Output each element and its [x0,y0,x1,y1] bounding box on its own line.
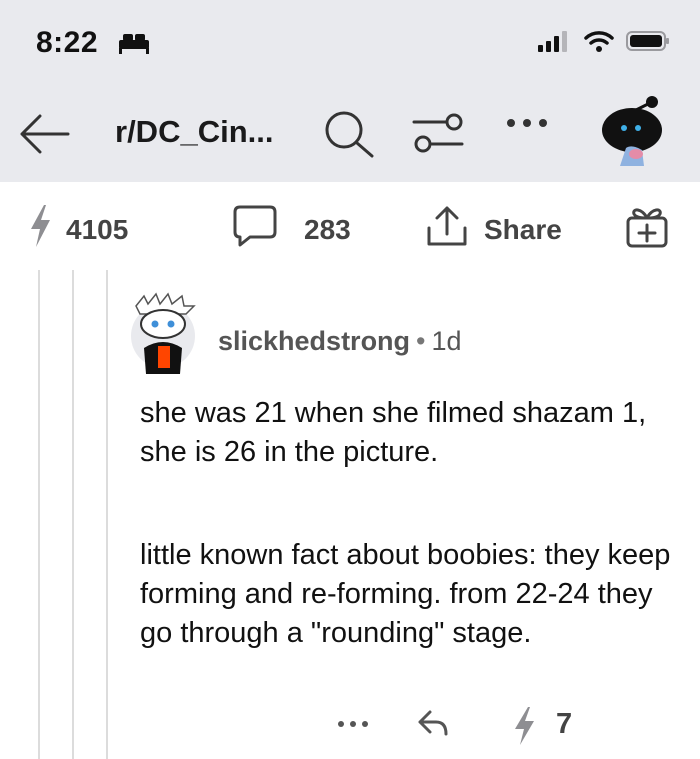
comment-actions: 7 [0,706,700,746]
upvote-icon[interactable] [512,706,536,751]
subreddit-name[interactable]: r/DC_Cin... [115,114,273,150]
upvote-icon [28,204,52,255]
share-label: Share [484,213,562,245]
upvote-count: 4105 [66,213,129,245]
comment-age: 1d [431,326,462,356]
comment-icon [232,204,278,255]
cellular-signal-icon [538,30,572,57]
share-button[interactable]: Share [424,204,562,255]
wifi-icon [584,30,614,57]
reply-icon[interactable] [416,706,450,745]
commenter-avatar[interactable] [130,292,196,374]
user-avatar[interactable] [596,96,668,168]
status-time: 8:22 [36,26,99,59]
comment-paragraph: she was 21 when she filmed shazam 1, she… [140,397,647,468]
status-indicators [538,30,670,57]
search-icon[interactable] [322,108,378,165]
comment-paragraph: little known fact about boobies: they ke… [140,539,671,649]
meta-separator: • [416,326,426,356]
battery-icon [626,30,670,57]
upvote-button[interactable]: 4105 [28,204,128,255]
thread-line[interactable] [106,270,108,759]
post-actions: 4105 283 Share [0,182,700,270]
comments-button[interactable]: 283 [232,204,351,255]
subreddit-nav: r/DC_Cin... [0,96,700,170]
back-arrow-icon[interactable] [16,110,72,163]
filter-icon[interactable] [410,110,466,161]
share-icon [424,204,470,255]
top-bar: 8:22 r/DC_Cin... [0,0,700,182]
more-icon[interactable] [336,712,370,737]
gift-icon[interactable] [624,204,670,253]
thread-line[interactable] [38,270,40,759]
more-icon[interactable] [505,116,549,134]
comment-score: 7 [556,708,573,740]
bed-icon [117,32,151,59]
thread-line[interactable] [72,270,74,759]
comment-count: 283 [304,213,351,245]
comment-author[interactable]: slickhedstrong [218,326,410,356]
comment-author-line: slickhedstrong • 1d [218,326,462,357]
